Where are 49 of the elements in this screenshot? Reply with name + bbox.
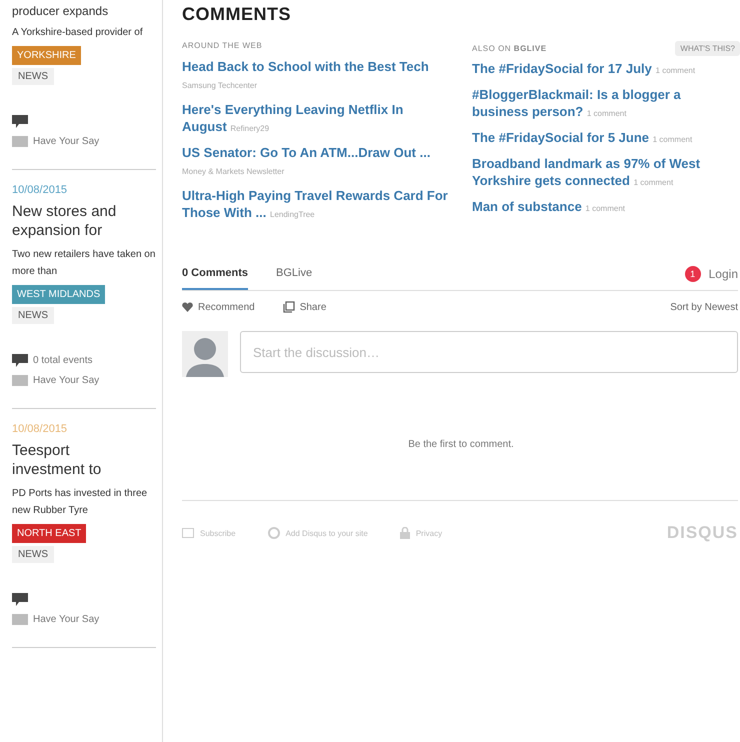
speech-bubble-icon: [12, 593, 28, 606]
article-headline[interactable]: Teesport investment to: [12, 441, 156, 479]
comment-count: 0 total events: [33, 355, 92, 366]
related-link[interactable]: Broadband landmark as 97% of West Yorkshire gets connected 1 comment: [472, 155, 740, 191]
section-label: ALSO ON BGLIVE: [472, 44, 548, 53]
notification-badge: 1: [684, 266, 701, 282]
article-summary: PD Ports has invested in three new Rubber Tyre: [12, 487, 148, 518]
comments-tab[interactable]: BGLive: [276, 258, 312, 290]
promoted-link[interactable]: US Senator: Go To An ATM...Draw Out ... Money & Markets Newsletter: [182, 144, 450, 180]
region-tag[interactable]: YORKSHIRE: [12, 46, 81, 65]
region-tag[interactable]: WEST MIDLANDS: [12, 285, 106, 304]
category-tag[interactable]: NEWS: [12, 546, 54, 563]
promoted-link[interactable]: Ultra-High Paying Travel Rewards Card For Those With ... LendingTree: [182, 187, 450, 223]
whats-this-button[interactable]: WHAT'S THIS?: [675, 41, 740, 56]
article-date: 10/08/2015: [12, 423, 68, 435]
article-headline[interactable]: producer expands: [12, 4, 156, 18]
article-summary: Two new retailers have taken on more than: [12, 248, 156, 279]
related-link[interactable]: The #FridaySocial for 17 July 1 comment: [472, 60, 740, 79]
avatar-icon: [182, 331, 228, 377]
comment-input[interactable]: Start the discussion…: [240, 331, 738, 373]
disqus-icon: [268, 527, 280, 539]
comments-heading: COMMENTS: [182, 4, 292, 25]
share-icon: [282, 301, 295, 313]
heart-icon: [182, 302, 193, 312]
share-button[interactable]: Share: [282, 301, 326, 313]
article-date: 10/08/2015: [12, 184, 68, 196]
sort-dropdown[interactable]: Sort by Newest: [670, 302, 738, 312]
have-your-say-link[interactable]: Have Your Say: [33, 614, 100, 625]
article-headline[interactable]: New stores and expansion for: [12, 202, 156, 240]
related-link[interactable]: #BloggerBlackmail: Is a blogger a business person? 1 comment: [472, 86, 740, 122]
promoted-link[interactable]: Head Back to School with the Best Tech Samsung Techcenter: [182, 58, 450, 94]
have-your-say-link[interactable]: Have Your Say: [33, 136, 100, 147]
speech-bubble-icon: [12, 354, 28, 367]
speech-bubble-icon: [12, 115, 28, 128]
article-summary: A Yorkshire-based provider of: [12, 26, 144, 40]
comments-tab[interactable]: 0 Comments: [182, 258, 248, 290]
promoted-link[interactable]: Here's Everything Leaving Netflix In August Refinery29: [182, 101, 450, 137]
have-your-say-link[interactable]: Have Your Say: [33, 375, 100, 386]
mail-icon: [182, 528, 194, 538]
empty-message: Be the first to comment.: [408, 439, 514, 450]
recommend-button[interactable]: Recommend: [182, 302, 255, 312]
related-link[interactable]: Man of substance 1 comment: [472, 198, 740, 217]
section-label: AROUND THE WEB: [182, 41, 264, 50]
category-tag[interactable]: NEWS: [12, 68, 54, 85]
lock-icon: [400, 527, 410, 539]
login-button[interactable]: Login: [708, 267, 738, 281]
category-tag[interactable]: NEWS: [12, 307, 54, 324]
related-link[interactable]: The #FridaySocial for 5 June 1 comment: [472, 129, 740, 148]
region-tag[interactable]: NORTH EAST: [12, 524, 86, 543]
